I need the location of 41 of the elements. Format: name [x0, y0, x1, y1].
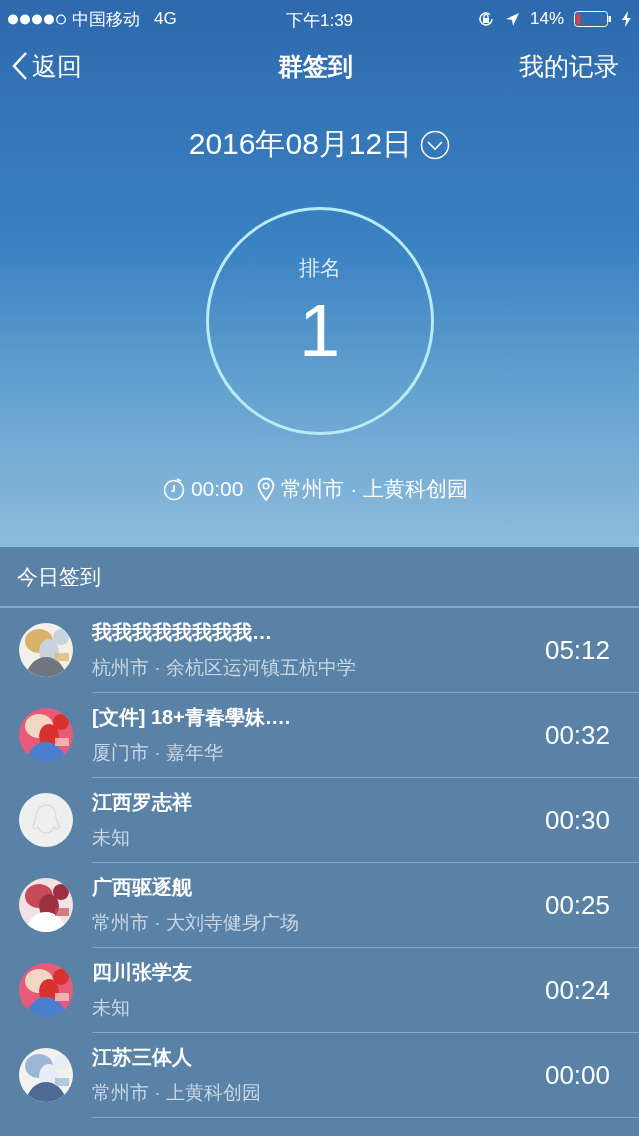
checkin-time: 00:00 — [544, 1059, 610, 1091]
battery-icon — [574, 11, 612, 27]
location-arrow-icon — [504, 11, 520, 27]
member-name: 广西驱逐舰 — [92, 875, 193, 900]
member-location: 常州市 · 大刘寺健身广场 — [92, 911, 300, 935]
location-pin-icon — [257, 477, 276, 501]
member-location: 未知 — [92, 826, 131, 850]
back-button[interactable]: 返回 — [12, 49, 82, 83]
checkin-time: 00:32 — [544, 719, 610, 751]
member-location: 常州市 · 上黄科创园 — [92, 1081, 262, 1105]
status-time: 下午1:39 — [285, 11, 354, 30]
battery-percent: 14% — [529, 9, 564, 29]
records-link[interactable]: 我的记录 — [519, 49, 619, 83]
chevron-down-icon[interactable] — [420, 129, 451, 160]
member-name: 江苏三体人 — [92, 1045, 193, 1070]
section-title: 今日签到 — [17, 563, 101, 590]
checkin-time: 00:30 — [544, 804, 610, 836]
carrier-name: 中国移动 — [72, 8, 140, 31]
member-location: 未知 — [92, 996, 131, 1020]
signal-icon — [8, 13, 66, 25]
member-location: 厦门市 · 嘉年华 — [92, 741, 224, 765]
checkin-time: 00:24 — [544, 974, 610, 1006]
checkin-location: 常州市 · 上黄科创园 — [281, 476, 469, 502]
stopwatch-icon — [162, 477, 185, 501]
member-name: 四川张学友 — [92, 960, 193, 985]
member-location: 杭州市 · 余杭区运河镇五杭中学 — [92, 656, 357, 680]
checkin-time: 05:12 — [544, 634, 610, 666]
checkin-time: 00:25 — [544, 889, 610, 921]
network-type: 4G — [154, 9, 177, 29]
page-title: 群签到 — [278, 50, 353, 82]
back-chevron-icon — [12, 51, 28, 81]
member-name: 江西罗志祥 — [92, 790, 193, 815]
member-name: [文件] 18+青春學妹…. — [92, 705, 292, 730]
rank-number: 1 — [298, 288, 341, 373]
member-name: 我我我我我我我我… — [92, 620, 273, 645]
checkin-time: 00:00 — [190, 477, 244, 501]
date-label[interactable]: 2016年08月12日 — [188, 124, 413, 165]
default-avatar-icon — [19, 793, 73, 847]
rank-label: 排名 — [298, 255, 341, 281]
charging-icon — [622, 11, 631, 27]
rotation-lock-icon — [476, 10, 495, 28]
